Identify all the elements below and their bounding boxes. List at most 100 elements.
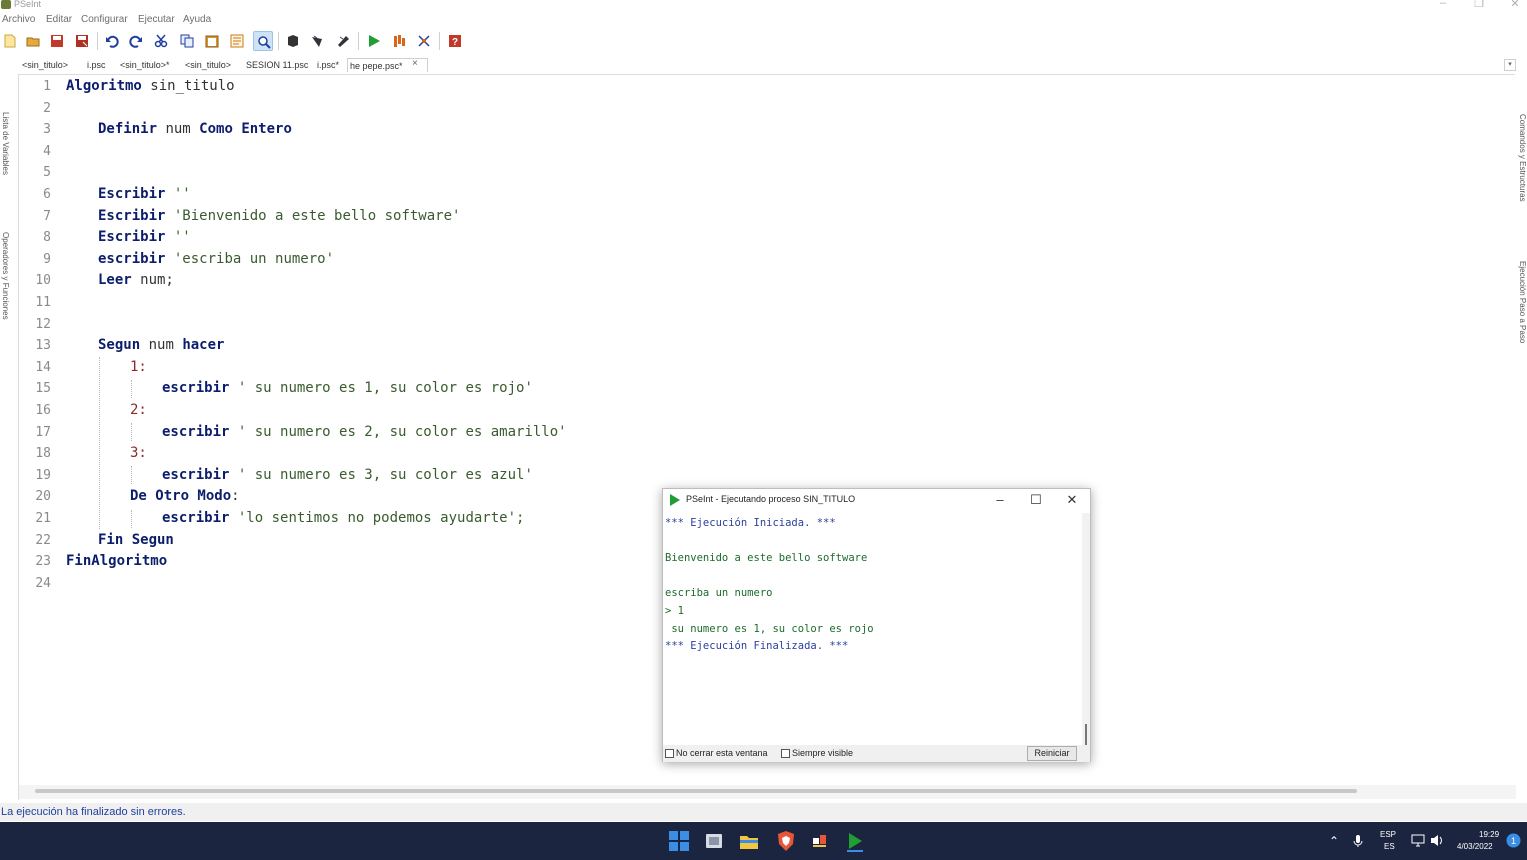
variables-panel-tab[interactable]: Lista de Variables [1,112,10,175]
console-scrollbar[interactable] [1082,513,1090,746]
tab-sin-titulo-1[interactable]: <sin_titulo> [20,58,70,72]
menu-archivo[interactable]: Archivo [2,14,35,25]
flowchart-button[interactable] [283,31,303,51]
execution-window: PSeInt - Ejecutando proceso SIN_TITULO –… [662,488,1091,762]
no-close-label: No cerrar esta ventana [676,748,768,758]
undo-button[interactable] [102,31,122,51]
language-indicator-top[interactable]: ESP [1380,830,1396,839]
windows-taskbar: ⌃ ESP ES 19:29 4/03/2022 1 [0,822,1527,860]
horizontal-scroll-thumb[interactable] [35,789,1357,793]
debug-button[interactable] [308,31,328,51]
code-token: ' su numero es 2, su color es amarillo' [229,423,567,440]
console-output[interactable]: *** Ejecución Iniciada. *** Bienvenido a… [663,513,1082,745]
close-button[interactable]: ✕ [1505,0,1525,10]
draw-flow-icon [418,35,430,47]
cut-button[interactable] [151,31,171,51]
toolbar: ? [0,28,1527,54]
no-close-checkbox[interactable] [665,749,674,758]
code-token: 2: [130,402,147,418]
commands-panel-tab[interactable]: Comandos y Estructuras [1518,114,1527,202]
operators-panel-label: Operadores y Funciones [1,232,10,320]
restart-button[interactable]: Reiniciar [1027,746,1077,761]
code-line: escribir ' su numero es 2, su color es a… [19,422,1509,444]
debug-icon [312,35,322,47]
file-explorer-button[interactable] [738,830,760,852]
menu-ayuda[interactable]: Ayuda [183,14,211,25]
network-icon[interactable] [1411,834,1425,847]
save-button[interactable] [47,31,67,51]
help-icon: ? [449,35,461,48]
brave-browser-button[interactable] [775,830,797,852]
microphone-icon[interactable] [1353,834,1363,848]
console-line: > 1 [665,605,684,617]
redo-button[interactable] [126,31,146,51]
always-visible-checkbox[interactable] [781,749,790,758]
svg-text:?: ? [452,37,458,48]
code-token: '' [165,229,191,246]
menu-configurar[interactable]: Configurar [81,14,128,25]
task-view-button[interactable] [703,830,725,852]
search-button[interactable] [253,31,273,51]
language-indicator-bottom[interactable]: ES [1384,842,1395,851]
step-button[interactable] [333,31,353,51]
console-line: escriba un numero [665,587,773,599]
tab-i-psc[interactable]: i.psc [85,58,108,72]
help-button[interactable]: ? [445,31,465,51]
open-folder-icon [26,37,40,47]
step-exec-panel-tab[interactable]: Ejecución Paso a Paso [1518,261,1527,343]
console-scroll-thumb[interactable] [1085,724,1087,746]
paint-app-icon [813,835,826,847]
paste-icon [205,35,219,48]
volume-icon[interactable] [1430,834,1444,847]
indent-button[interactable] [227,31,247,51]
step-by-step-button[interactable] [389,31,409,51]
toolbar-separator [97,32,98,50]
paste-button[interactable] [202,31,222,51]
operators-panel-tab[interactable]: Operadores y Funciones [1,232,10,320]
code-line: Escribir 'Bienvenido a este bello softwa… [19,206,1509,228]
code-token: 'lo sentimos no podemos ayudarte'; [229,510,525,526]
code-token: Escribir [98,207,166,224]
tab-sin-titulo-3[interactable]: <sin_titulo> [183,58,233,72]
brave-browser-icon [778,831,794,851]
line-number: 4 [43,143,51,159]
left-side-panel: Lista de Variables Operadores y Funcione… [0,56,14,800]
new-file-button[interactable] [0,31,20,51]
menu-ejecutar[interactable]: Ejecutar [138,14,175,25]
copy-button[interactable] [177,31,197,51]
save-as-button[interactable] [72,31,92,51]
tab-sesion-11[interactable]: SESION 11.psc [244,58,310,72]
line-number-row: 11 [19,292,1509,314]
code-token: Segun [98,337,141,354]
execution-window-title-bar[interactable]: PSeInt - Ejecutando proceso SIN_TITULO –… [663,489,1090,511]
undo-icon [106,35,119,48]
exec-minimize-button[interactable]: – [988,491,1012,509]
exec-maximize-button[interactable]: ☐ [1024,491,1048,509]
exec-close-button[interactable]: ✕ [1060,491,1084,509]
code-token: : [231,488,240,505]
minimize-button[interactable]: – [1433,0,1453,9]
tabs-dropdown-icon[interactable]: ▾ [1504,59,1516,71]
windows-start-button[interactable] [668,830,690,852]
notification-icon[interactable]: 1 [1506,833,1521,848]
pseint-app-button[interactable] [844,830,866,852]
clock-time[interactable]: 19:29 [1479,830,1499,839]
menu-editar[interactable]: Editar [46,14,72,25]
tab-close-icon[interactable]: × [412,58,418,69]
run-button[interactable] [364,31,384,51]
toolbar-separator [358,32,359,50]
pseint-app-icon [847,833,863,852]
open-button[interactable] [23,31,43,51]
code-token: escribir [98,250,166,267]
tab-i-psc-modified[interactable]: i.psc* [315,58,341,72]
draw-flow-button[interactable] [414,31,434,51]
tab-sin-titulo-2[interactable]: <sin_titulo>* [118,58,172,72]
console-line: *** Ejecución Iniciada. *** [665,517,836,529]
paint-app-button[interactable] [809,830,831,852]
code-token: '' [165,186,191,202]
restore-button[interactable]: ❐ [1469,0,1489,10]
show-hidden-icons-icon[interactable]: ⌃ [1329,834,1339,848]
step-by-step-icon [394,35,405,47]
code-token: escribir [162,423,230,440]
clock-date[interactable]: 4/03/2022 [1457,842,1493,851]
